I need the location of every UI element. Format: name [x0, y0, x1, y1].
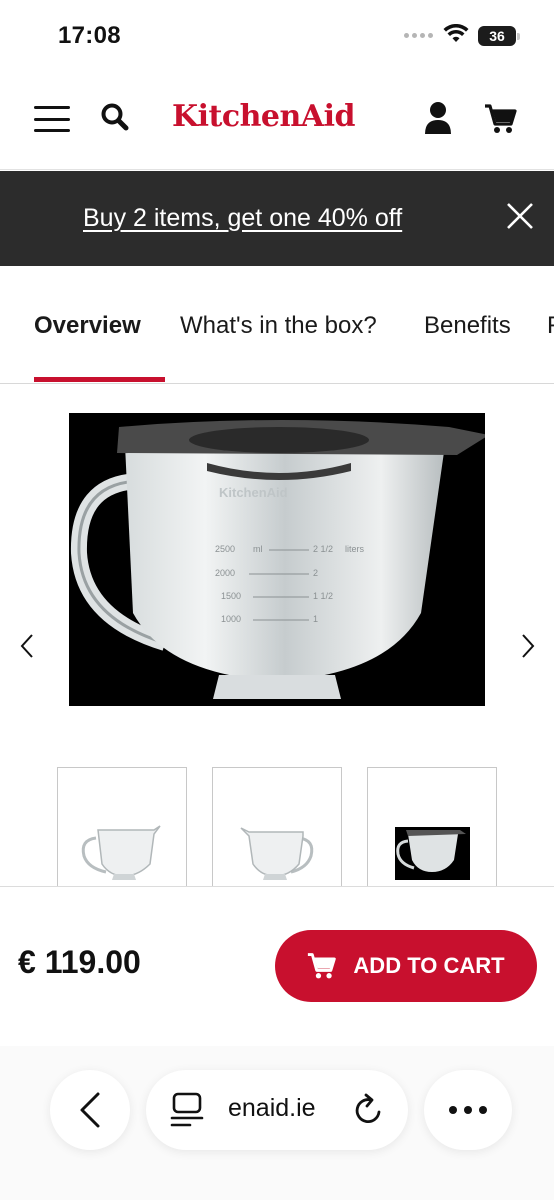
thumbnail-3-selected[interactable]	[367, 767, 497, 892]
battery-icon: 36	[478, 26, 520, 46]
chevron-left-icon	[80, 1092, 100, 1128]
svg-text:1000: 1000	[221, 614, 241, 624]
tab-whats-in-the-box[interactable]: What's in the box?	[180, 312, 377, 340]
tabs-icon	[170, 1092, 204, 1127]
cart-icon	[308, 953, 337, 979]
browser-back-button[interactable]	[50, 1070, 130, 1150]
reload-icon[interactable]	[352, 1092, 386, 1128]
thumbnail-1[interactable]	[57, 767, 187, 892]
promo-link[interactable]: Buy 2 items, get one 40% off	[83, 204, 402, 233]
menu-icon[interactable]	[34, 106, 70, 132]
browser-url-text: enaid.ie	[228, 1094, 316, 1122]
cart-icon[interactable]	[484, 102, 518, 136]
svg-text:1500: 1500	[221, 591, 241, 601]
chevron-left-icon[interactable]	[17, 632, 37, 660]
active-tab-indicator	[34, 377, 165, 382]
more-icon	[449, 1106, 457, 1114]
tab-benefits[interactable]: Benefits	[424, 312, 511, 340]
svg-text:1: 1	[313, 614, 318, 624]
svg-text:2: 2	[313, 568, 318, 578]
svg-text:liters: liters	[345, 544, 365, 554]
browser-toolbar: enaid.ie	[0, 1046, 554, 1200]
product-image[interactable]: KitchenAid 2500 ml 2 1/2 liters 2000 2 1…	[69, 413, 485, 706]
status-bar: 17:08 36	[0, 0, 554, 72]
status-time: 17:08	[58, 22, 121, 49]
signal-icon	[404, 33, 433, 38]
more-options-button[interactable]	[424, 1070, 512, 1150]
browser-url-bar[interactable]: enaid.ie	[146, 1070, 408, 1150]
tab-next[interactable]: F	[547, 312, 554, 340]
svg-text:2500: 2500	[215, 544, 235, 554]
svg-text:KitchenAid: KitchenAid	[219, 485, 288, 500]
svg-text:2000: 2000	[215, 568, 235, 578]
search-icon[interactable]	[100, 102, 130, 132]
add-to-cart-label: ADD TO CART	[353, 953, 505, 978]
site-header: KitchenAid	[0, 72, 554, 170]
tab-overview[interactable]: Overview	[34, 312, 141, 340]
svg-text:2 1/2: 2 1/2	[313, 544, 333, 554]
product-tabs: Overview What's in the box? Benefits F	[0, 266, 554, 384]
promo-banner: Buy 2 items, get one 40% off	[0, 171, 554, 266]
account-icon[interactable]	[424, 101, 452, 135]
buy-bar: € 119.00 ADD TO CART	[0, 886, 554, 1046]
wifi-icon	[443, 24, 469, 42]
product-price: € 119.00	[18, 944, 141, 980]
close-icon[interactable]	[506, 202, 534, 230]
kitchenaid-logo[interactable]: KitchenAid	[172, 99, 355, 134]
add-to-cart-button[interactable]: ADD TO CART	[275, 930, 537, 1002]
svg-text:1 1/2: 1 1/2	[313, 591, 333, 601]
chevron-right-icon[interactable]	[518, 632, 538, 660]
svg-text:ml: ml	[253, 544, 263, 554]
thumbnail-2[interactable]	[212, 767, 342, 892]
